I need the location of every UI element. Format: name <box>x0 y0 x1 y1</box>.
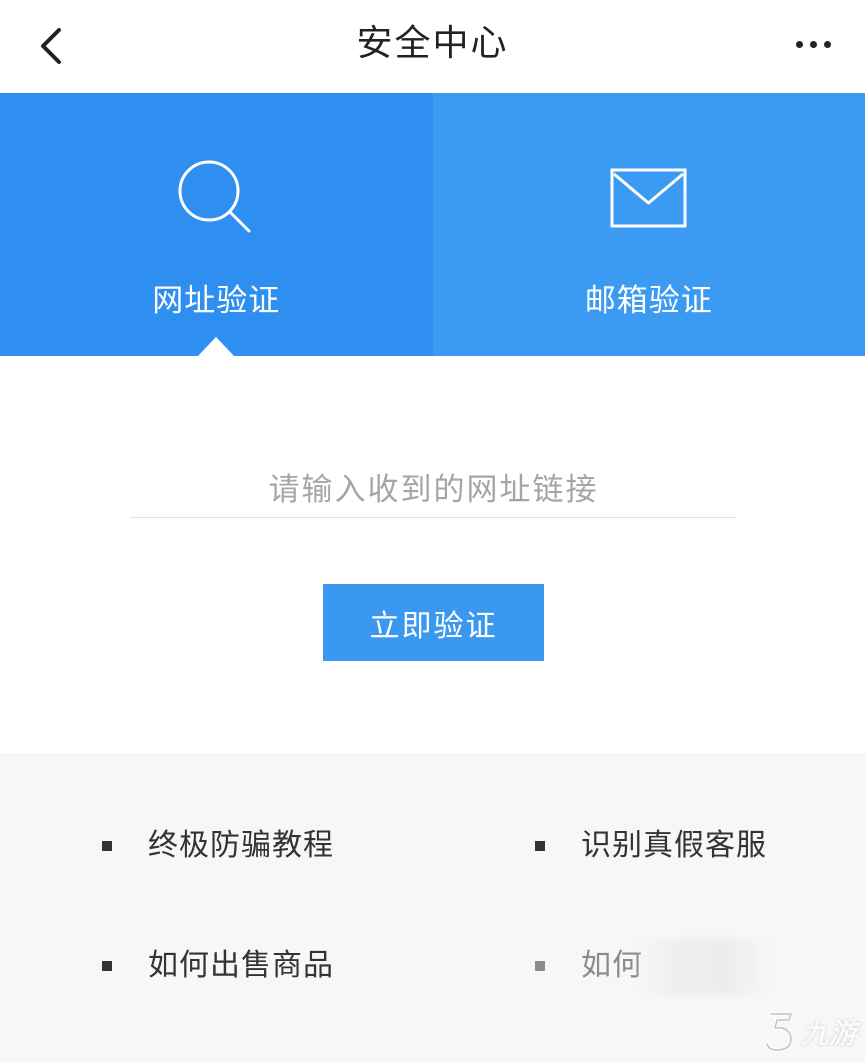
watermark-logo: 九游 <box>763 1010 857 1054</box>
more-dot <box>823 40 831 48</box>
more-dot <box>809 40 817 48</box>
bullet-icon <box>535 961 545 971</box>
link-how-to-sell[interactable]: 如何出售商品 <box>102 946 334 986</box>
active-tab-indicator <box>197 337 236 357</box>
bullet-icon <box>535 841 545 851</box>
bullet-icon <box>102 841 112 851</box>
watermark-text: 九游 <box>800 1017 857 1050</box>
bullet-icon <box>102 961 112 971</box>
link-label: 终极防骗教程 <box>148 828 334 863</box>
blurred-region <box>638 939 768 995</box>
tab-label: 网址验证 <box>152 283 281 319</box>
url-input[interactable] <box>130 462 737 518</box>
link-anti-fraud-tutorial[interactable]: 终极防骗教程 <box>102 826 334 866</box>
link-identify-customer-service[interactable]: 识别真假客服 <box>535 826 767 866</box>
help-links-panel: 终极防骗教程 识别真假客服 如何出售商品 如何 <box>0 753 865 1062</box>
tab-url-verify[interactable]: 网址验证 <box>0 93 433 357</box>
tab-mail-verify[interactable]: 邮箱验证 <box>432 93 865 356</box>
verify-now-button[interactable]: 立即验证 <box>323 584 544 661</box>
security-center-page: 安全中心 网址验证 邮箱验证 请输入收到的网址链接 立即验证 终极防骗教程 识别… <box>0 0 865 1062</box>
more-button[interactable] <box>783 22 843 66</box>
more-dots-icon <box>795 40 803 48</box>
tab-label: 邮箱验证 <box>584 283 713 319</box>
mail-icon <box>604 153 694 243</box>
verification-tabs: 网址验证 邮箱验证 <box>0 93 865 357</box>
watermark-icon <box>764 1011 794 1053</box>
search-icon <box>171 153 261 243</box>
top-bar: 安全中心 <box>0 0 865 93</box>
link-label: 如何出售商品 <box>148 948 334 983</box>
link-label: 如何 <box>581 948 643 983</box>
page-title: 安全中心 <box>356 23 509 64</box>
link-how-to-obscured[interactable]: 如何 <box>535 946 643 986</box>
link-label: 识别真假客服 <box>581 828 767 863</box>
